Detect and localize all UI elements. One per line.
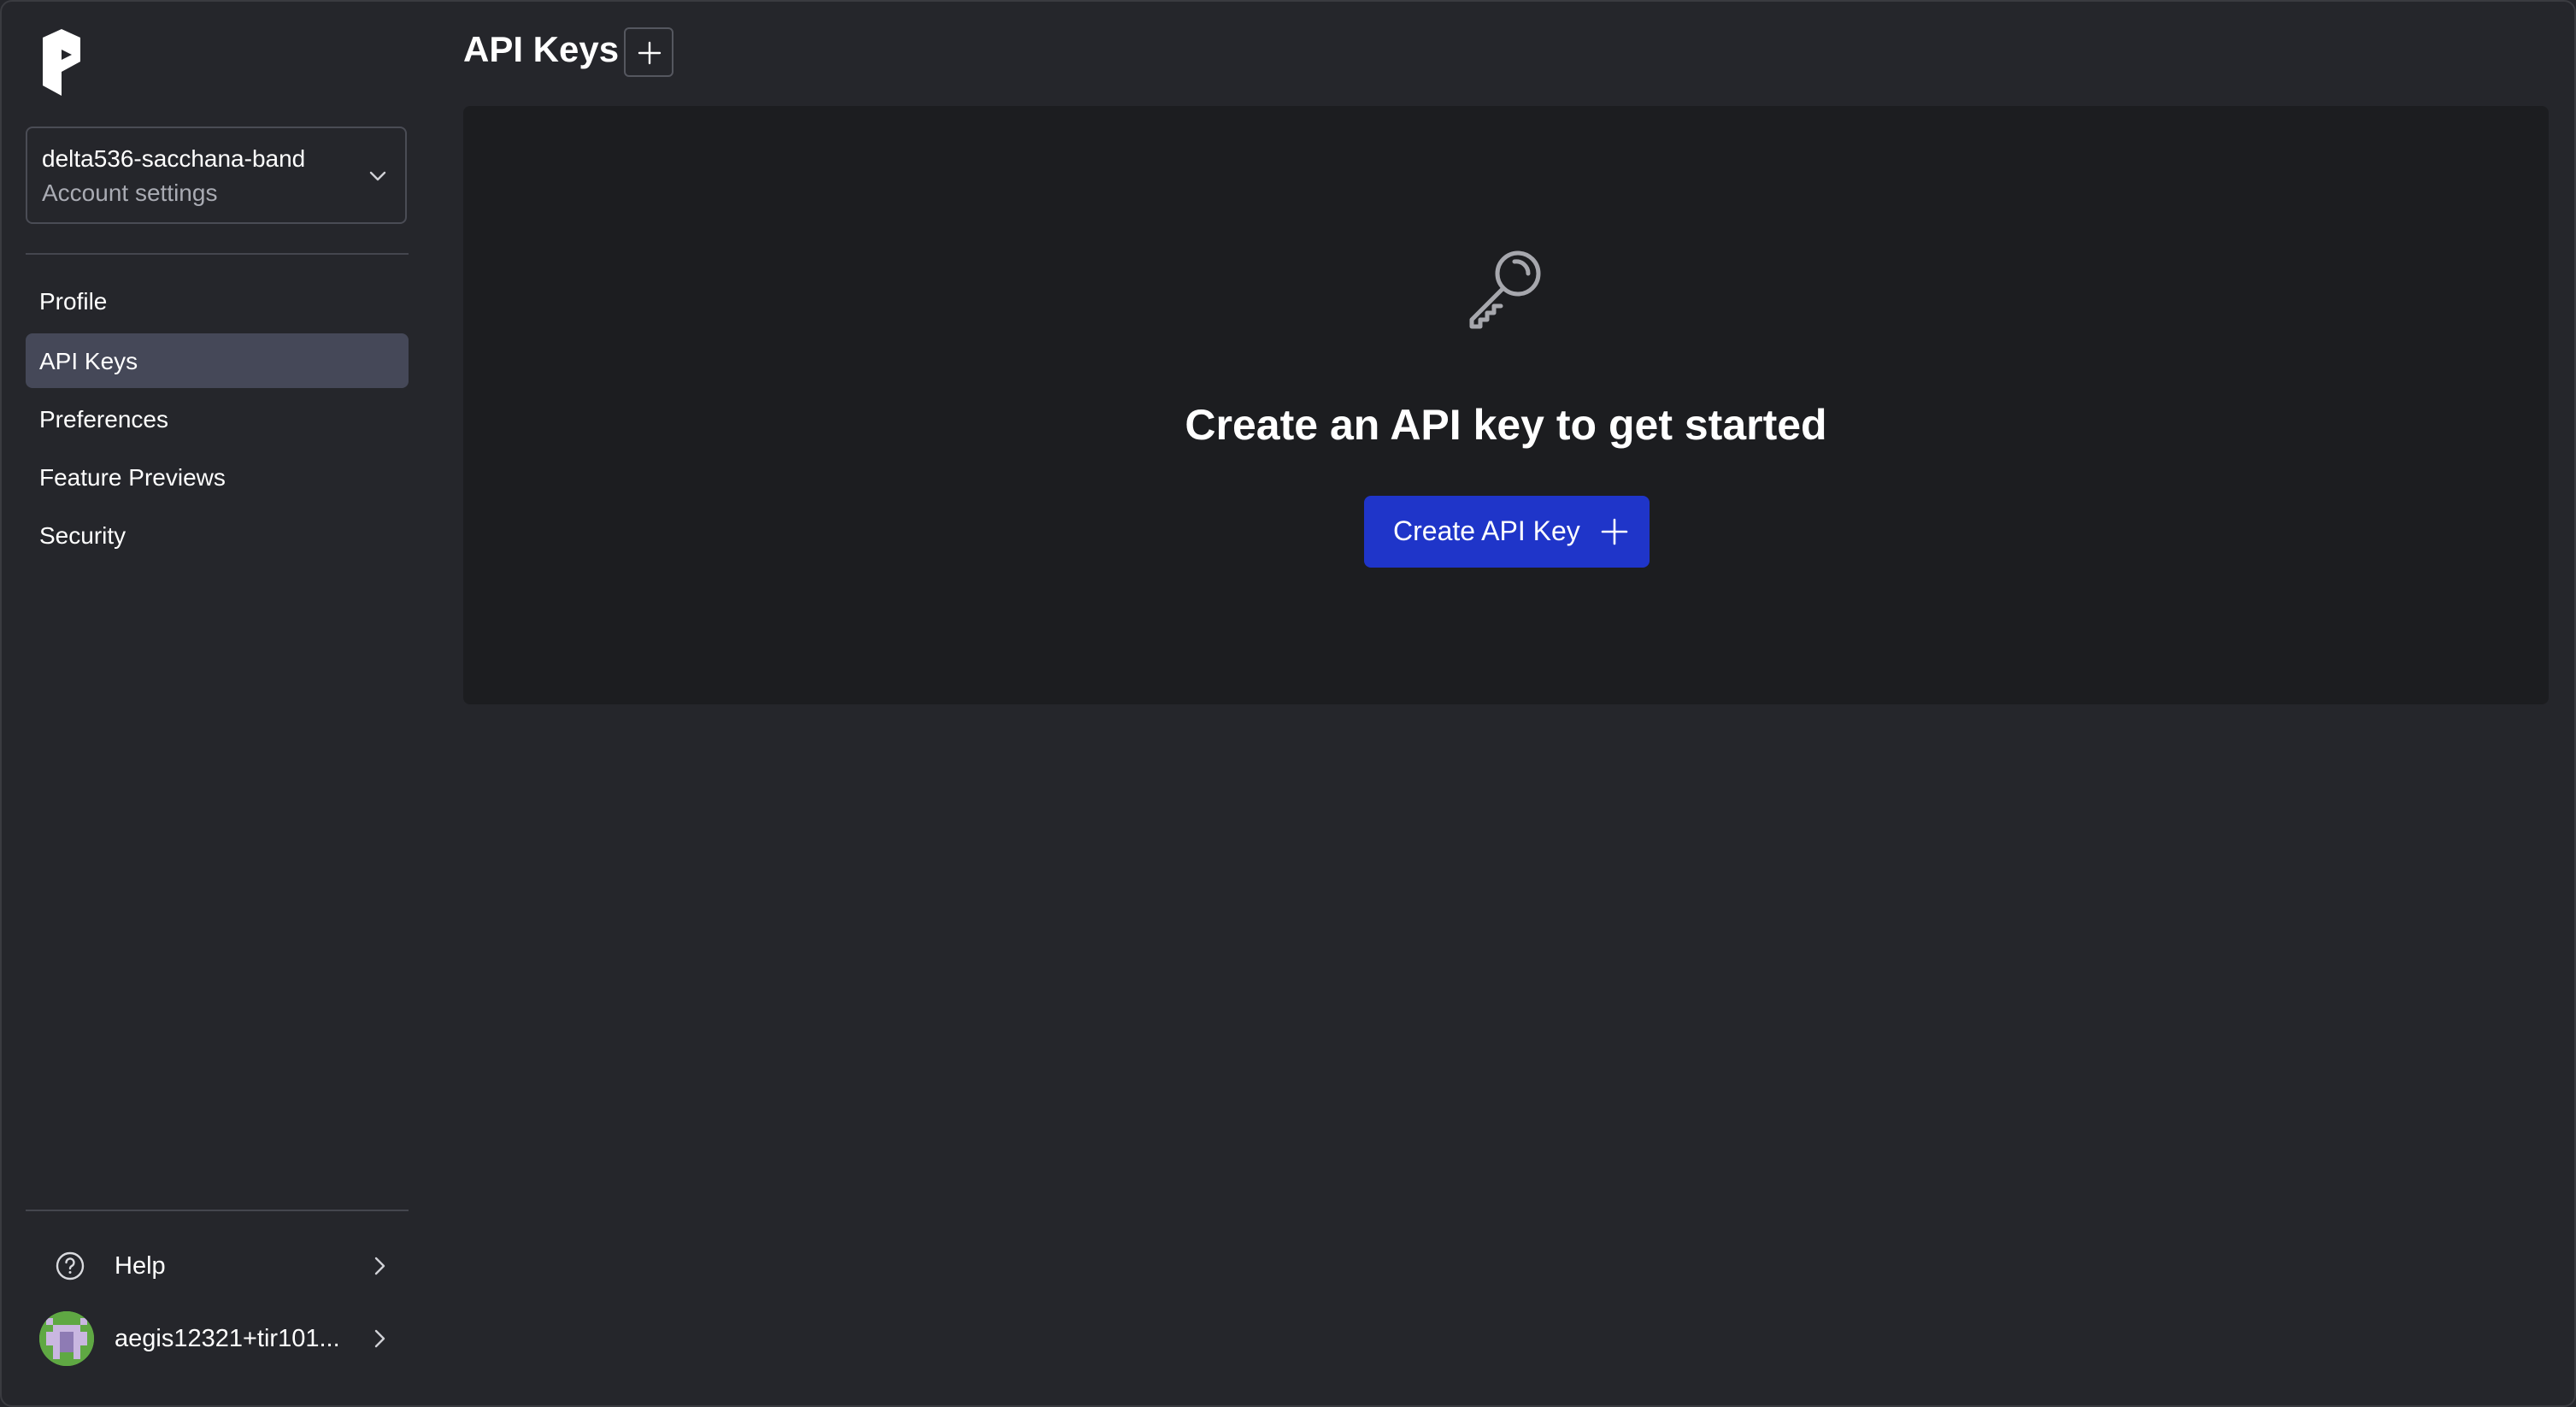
- sidebar-item-preferences[interactable]: Preferences: [26, 391, 409, 446]
- chevron-down-icon: [366, 164, 390, 188]
- sidebar-item-api-keys[interactable]: API Keys: [26, 333, 409, 388]
- page-title: API Keys: [463, 29, 620, 69]
- create-api-key-label: Create API Key: [1393, 515, 1580, 546]
- avatar: [39, 1311, 94, 1366]
- user-menu[interactable]: aegis12321+tir101...: [26, 1308, 409, 1369]
- user-label: aegis12321+tir101...: [115, 1325, 340, 1352]
- sidebar-item-label: Feature Previews: [39, 464, 226, 491]
- sidebar-bottom-divider: [26, 1210, 409, 1211]
- sidebar-item-feature-previews[interactable]: Feature Previews: [26, 450, 409, 504]
- app-window: delta536-sacchana-band Account settings …: [0, 0, 2576, 1407]
- sidebar-item-profile[interactable]: Profile: [26, 274, 409, 328]
- workspace-subtitle: Account settings: [42, 180, 218, 206]
- workspace-selector[interactable]: delta536-sacchana-band Account settings: [26, 127, 407, 224]
- sidebar-item-label: Profile: [39, 288, 108, 315]
- add-api-key-button[interactable]: [624, 27, 673, 77]
- help-menu[interactable]: Help: [26, 1235, 409, 1297]
- key-icon: [1463, 244, 1549, 330]
- sidebar: delta536-sacchana-band Account settings …: [0, 0, 436, 1407]
- empty-state-card: Create an API key to get started Create …: [463, 106, 2549, 704]
- sidebar-item-label: Security: [39, 522, 126, 549]
- empty-state-heading: Create an API key to get started: [1185, 401, 1827, 449]
- help-label: Help: [115, 1252, 166, 1280]
- chevron-right-icon: [368, 1254, 391, 1278]
- help-circle-icon: [55, 1251, 85, 1281]
- sidebar-item-security[interactable]: Security: [26, 508, 409, 562]
- prefect-logo-icon[interactable]: [38, 29, 85, 97]
- create-api-key-button[interactable]: Create API Key: [1364, 496, 1650, 568]
- plus-icon: [638, 41, 662, 65]
- plus-icon: [1601, 518, 1628, 545]
- sidebar-item-label: API Keys: [39, 348, 138, 374]
- sidebar-item-label: Preferences: [39, 406, 168, 433]
- sidebar-divider: [26, 253, 409, 255]
- chevron-right-icon: [368, 1327, 391, 1351]
- workspace-name: delta536-sacchana-band: [42, 145, 306, 172]
